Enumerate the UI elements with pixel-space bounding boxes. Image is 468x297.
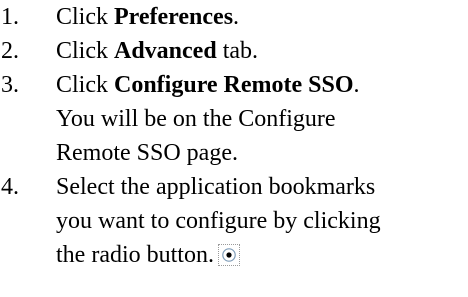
step-number: 3. [1, 72, 19, 98]
step-text-prefix: Click [56, 72, 114, 98]
step-1: 1. Click Preferences. [0, 0, 468, 34]
radio-button-selected-icon [217, 244, 240, 266]
step-text-suffix: . [353, 72, 360, 98]
step-text-suffix: . [233, 4, 240, 30]
step-text-prefix: Click [56, 4, 114, 30]
step-number: 4. [1, 174, 19, 200]
step-text-line: the radio button. [56, 242, 214, 268]
step-3: 3. Click Configure Remote SSO. You will … [0, 68, 468, 170]
step-text-line-with-icon: the radio button. [56, 238, 468, 272]
step-text: Click Preferences. [56, 0, 468, 34]
step-text-line: Select the application bookmarks [56, 174, 376, 200]
step-text-prefix: Click [56, 38, 114, 64]
step-text-suffix: tab. [216, 38, 259, 64]
step-number: 2. [1, 38, 19, 64]
ui-term-preferences: Preferences [114, 4, 234, 30]
ui-term-advanced: Advanced [114, 38, 217, 64]
ui-term-configure-remote-sso: Configure Remote SSO [114, 72, 354, 98]
step-text: Click Advanced tab. [56, 34, 468, 68]
instruction-steps: 1. Click Preferences. 2. Click Advanced … [0, 0, 468, 272]
step-4: 4. Select the application bookmarks you … [0, 170, 468, 272]
step-text: Click Configure Remote SSO. [56, 68, 468, 102]
step-2: 2. Click Advanced tab. [0, 34, 468, 68]
step-text-line: you want to configure by clicking [56, 208, 381, 234]
step-note-line: You will be on the Configure [56, 106, 336, 132]
step-number: 1. [1, 4, 19, 30]
step-note-line: Remote SSO page. [56, 140, 238, 166]
